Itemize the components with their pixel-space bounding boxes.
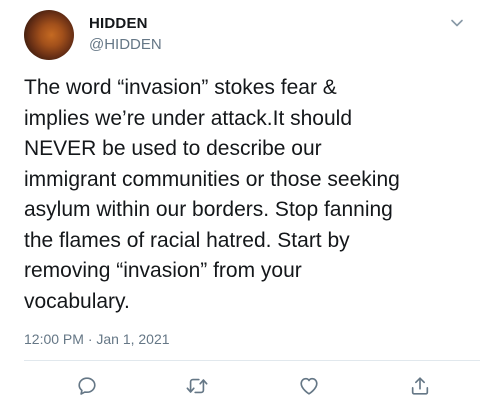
avatar[interactable] bbox=[24, 10, 74, 60]
retweet-icon[interactable] bbox=[184, 373, 210, 399]
tweet-text-line: vocabulary. bbox=[24, 289, 130, 313]
display-name[interactable]: HIDDEN bbox=[89, 15, 148, 32]
heart-icon[interactable] bbox=[296, 373, 322, 399]
tweet-text-line: the flames of racial hatred. Start by bbox=[24, 228, 350, 252]
reply-icon[interactable] bbox=[74, 373, 100, 399]
tweet-text-line: immigrant communities or those seeking bbox=[24, 167, 400, 191]
tweet-text-line: asylum within our borders. Stop fanning bbox=[24, 198, 393, 221]
tweet-text-line: NEVER be used to describe our bbox=[24, 137, 322, 160]
chevron-down-icon[interactable] bbox=[449, 15, 465, 31]
tweet-text-line: implies we’re under attack.It should bbox=[24, 106, 352, 130]
username-handle[interactable]: @HIDDEN bbox=[89, 36, 162, 53]
tweet: HIDDEN @HIDDEN The word “invasion” stoke… bbox=[0, 0, 480, 412]
share-icon[interactable] bbox=[407, 373, 433, 399]
divider bbox=[24, 360, 480, 361]
tweet-text-line: removing “invasion” from your bbox=[24, 259, 302, 282]
tweet-text-line: The word “invasion” stokes fear & bbox=[24, 76, 337, 99]
tweet-text: The word “invasion” stokes fear & implie… bbox=[24, 73, 472, 317]
timestamp[interactable]: 12:00 PM · Jan 1, 2021 bbox=[24, 331, 170, 347]
